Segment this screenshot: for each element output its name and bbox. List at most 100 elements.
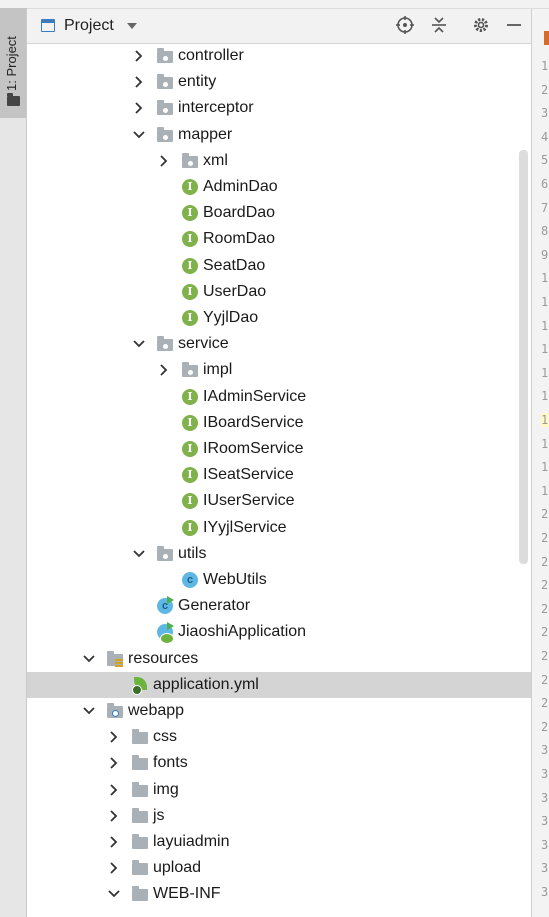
collapse-all-icon[interactable] <box>428 15 450 37</box>
tree-node[interactable]: service <box>27 331 531 357</box>
line-number: 9 <box>541 247 549 262</box>
project-toolwindow-header: Project <box>27 9 531 44</box>
chevron-right-icon[interactable] <box>132 69 146 95</box>
tree-node[interactable]: js <box>27 803 531 829</box>
line-number: 16 <box>541 413 549 427</box>
tree-node-label: JiaoshiApplication <box>178 623 307 641</box>
chevron-down-icon[interactable] <box>132 122 146 148</box>
project-tree[interactable]: controller entity interceptor mapper xml I Adm… <box>27 43 531 917</box>
tree-node[interactable]: I IRoomService <box>27 436 531 462</box>
chevron-right-icon[interactable] <box>107 724 121 750</box>
line-number: 1 <box>541 59 549 73</box>
tree-node-label: IRoomService <box>203 440 304 457</box>
tree-node[interactable]: fonts <box>27 750 531 776</box>
line-number: 11 <box>541 295 549 309</box>
tree-node[interactable]: c WebUtils <box>27 567 531 593</box>
tree-node-label: RoomDao <box>203 230 276 248</box>
line-number: 15 <box>541 389 549 404</box>
tree-node-label: IAdminService <box>203 387 307 405</box>
tree-node[interactable]: I IAdminService <box>27 384 531 410</box>
tree-node[interactable]: entity <box>27 69 531 95</box>
interface-icon: I <box>181 492 199 510</box>
tree-node[interactable]: I YyjlDao <box>27 305 531 331</box>
tree-node[interactable]: I UserDao <box>27 279 531 305</box>
tree-node-label: UserDao <box>203 282 267 300</box>
chevron-down-icon[interactable] <box>127 23 137 29</box>
editor-gutter: 1234567891011121314151617181920212223242… <box>531 9 549 917</box>
tree-node-label: IBoardService <box>203 413 304 431</box>
package-folder-icon <box>181 152 199 170</box>
tree-node-label: application.yml <box>153 675 259 693</box>
chevron-down-icon[interactable] <box>132 331 146 357</box>
chevron-right-icon[interactable] <box>157 148 171 174</box>
gear-icon[interactable] <box>470 15 492 37</box>
tree-node[interactable]: I ISeatService <box>27 462 531 488</box>
tree-node-label: WEB-INF <box>153 885 221 903</box>
line-number: 24 <box>541 601 549 616</box>
tree-node[interactable]: webapp <box>27 698 531 724</box>
folder-icon <box>7 93 20 106</box>
chevron-right-icon[interactable] <box>132 43 146 69</box>
line-number: 8 <box>541 224 549 239</box>
tree-node[interactable]: I IBoardService <box>27 410 531 436</box>
tree-node[interactable]: JiaoshiApplication <box>27 619 531 645</box>
tree-node[interactable]: xml <box>27 148 531 174</box>
tree-node[interactable]: I RoomDao <box>27 226 531 252</box>
tree-node[interactable]: interceptor <box>27 95 531 121</box>
line-number: 34 <box>541 837 549 852</box>
tree-node-label: BoardDao <box>203 204 276 222</box>
tree-scrollbar[interactable] <box>519 150 528 564</box>
package-folder-icon <box>156 335 174 353</box>
tree-node[interactable]: layuiadmin <box>27 829 531 855</box>
chevron-right-icon[interactable] <box>157 357 171 383</box>
tree-node[interactable]: WEB-INF <box>27 881 531 907</box>
tree-node-label: AdminDao <box>203 178 278 195</box>
tree-node[interactable]: controller <box>27 43 531 69</box>
tree-node-label: interceptor <box>178 99 254 117</box>
chevron-right-icon[interactable] <box>107 750 121 776</box>
project-tool-tab[interactable]: 1: Project <box>0 8 26 118</box>
tree-node-label: entity <box>178 73 217 91</box>
chevron-down-icon[interactable] <box>107 881 121 907</box>
line-number: 26 <box>541 649 549 663</box>
tree-node-label: Generator <box>178 597 251 615</box>
folder-icon <box>131 885 149 903</box>
project-view-selector[interactable]: Project <box>64 17 114 35</box>
tree-node-label: img <box>153 780 179 798</box>
tree-node[interactable]: mapper <box>27 122 531 148</box>
chevron-right-icon[interactable] <box>107 803 121 829</box>
resources-folder-icon <box>106 650 124 668</box>
minimize-icon[interactable] <box>503 15 525 37</box>
chevron-right-icon[interactable] <box>107 829 121 855</box>
line-number: 20 <box>541 507 549 522</box>
chevron-down-icon[interactable] <box>132 541 146 567</box>
tree-node[interactable]: I BoardDao <box>27 200 531 226</box>
tree-node-label: layuiadmin <box>153 833 230 850</box>
tree-node[interactable]: resources <box>27 646 531 672</box>
interface-icon: I <box>181 309 199 327</box>
locate-target-icon[interactable] <box>394 15 416 37</box>
line-number: 33 <box>541 814 549 829</box>
chevron-right-icon[interactable] <box>107 777 121 803</box>
tree-node[interactable]: css <box>27 724 531 750</box>
folder-icon <box>131 781 149 799</box>
window-top-strip <box>0 0 549 9</box>
tree-node[interactable]: impl <box>27 357 531 383</box>
chevron-right-icon[interactable] <box>107 855 121 881</box>
folder-icon <box>131 754 149 772</box>
line-number: 21 <box>541 531 549 545</box>
tree-node[interactable]: c Generator <box>27 593 531 619</box>
line-number: 17 <box>541 436 549 451</box>
chevron-down-icon[interactable] <box>82 646 96 672</box>
tree-node[interactable]: I AdminDao <box>27 174 531 200</box>
editor-tab-icon[interactable] <box>544 31 549 45</box>
tree-node[interactable]: utils <box>27 541 531 567</box>
chevron-right-icon[interactable] <box>132 95 146 121</box>
chevron-down-icon[interactable] <box>82 698 96 724</box>
tree-node[interactable]: upload <box>27 855 531 881</box>
tree-node[interactable]: I IUserService <box>27 488 531 514</box>
tree-node[interactable]: I SeatDao <box>27 253 531 279</box>
tree-node[interactable]: I IYyjlService <box>27 515 531 541</box>
tree-node[interactable]: application.yml <box>27 671 531 698</box>
tree-node[interactable]: img <box>27 777 531 803</box>
